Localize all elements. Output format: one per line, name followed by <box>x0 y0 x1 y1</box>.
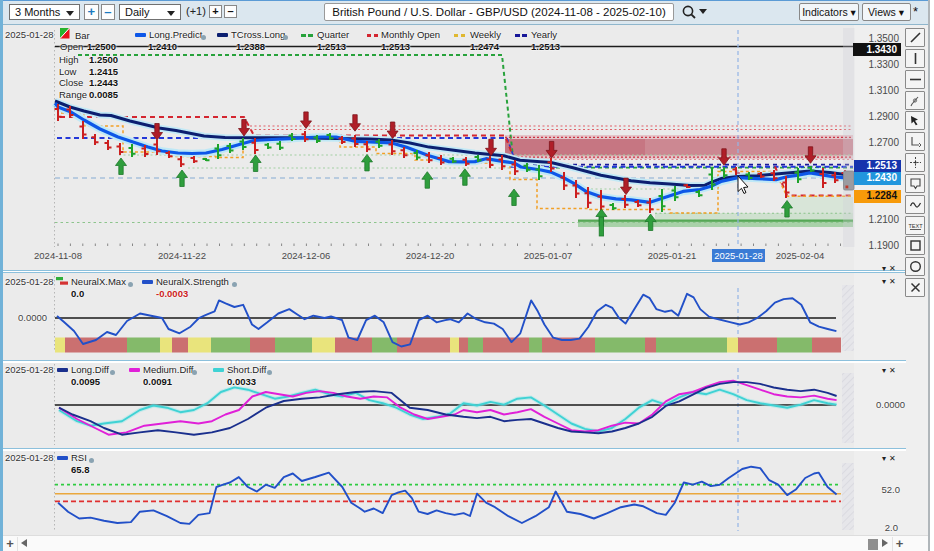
svg-text:TEXT: TEXT <box>908 223 923 229</box>
